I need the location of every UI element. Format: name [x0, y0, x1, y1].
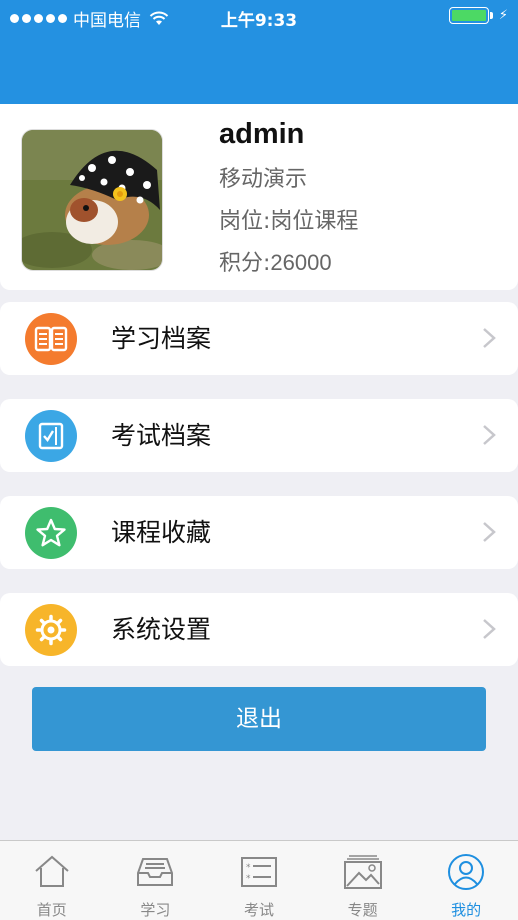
- menu-item-learning-record[interactable]: 学习档案: [0, 302, 518, 375]
- menu-item-label: 课程收藏: [111, 518, 212, 547]
- profile-card: admin 移动演示 岗位:岗位课程 积分:26000: [0, 104, 518, 290]
- menu-item-label: 系统设置: [111, 615, 212, 644]
- avatar[interactable]: [21, 129, 163, 271]
- book-icon: [25, 313, 77, 365]
- tab-exam[interactable]: * * 考试: [207, 841, 311, 920]
- tab-label: 学习: [140, 901, 171, 919]
- gear-icon: [25, 604, 77, 656]
- tab-label: 我的: [451, 901, 482, 919]
- logout-button[interactable]: 退出: [32, 687, 486, 751]
- charging-bolt-icon: ⚡: [498, 8, 508, 23]
- inbox-tray-icon: [137, 858, 174, 886]
- user-subtitle: 移动演示: [219, 167, 308, 192]
- points-value: 26000: [270, 250, 332, 275]
- status-time: 上午9:33: [220, 11, 298, 31]
- tab-label: 考试: [243, 901, 274, 919]
- picture-icon: [343, 855, 382, 889]
- svg-text:*: *: [246, 863, 251, 873]
- menu-item-label: 学习档案: [111, 324, 212, 353]
- exam-list-icon: * *: [240, 857, 277, 887]
- tab-label: 首页: [36, 901, 67, 919]
- chevron-right-icon: [483, 425, 496, 445]
- menu-item-exam-record[interactable]: 考试档案: [0, 399, 518, 472]
- position-value: 岗位课程: [270, 209, 359, 234]
- menu-item-label: 考试档案: [111, 421, 212, 450]
- status-bar: 中国电信 上午9:33 ⚡: [0, 0, 518, 34]
- tab-study[interactable]: 学习: [104, 841, 208, 920]
- battery-icon: [448, 7, 489, 24]
- user-points: 积分:26000: [219, 245, 358, 277]
- chevron-right-icon: [483, 328, 496, 348]
- app-header: 中国电信 上午9:33 ⚡: [0, 0, 518, 104]
- tab-mine[interactable]: 我的: [414, 841, 518, 920]
- chevron-right-icon: [483, 619, 496, 639]
- chevron-right-icon: [483, 522, 496, 542]
- tab-home[interactable]: 首页: [0, 841, 104, 920]
- menu-item-system-settings[interactable]: 系统设置: [0, 593, 518, 666]
- tab-topics[interactable]: 专题: [311, 841, 415, 920]
- position-label: 岗位:: [219, 209, 271, 234]
- star-icon: [25, 507, 77, 559]
- tab-bar: 首页 学习 * * 考试 专题 我的: [0, 840, 518, 920]
- home-icon: [35, 855, 69, 887]
- tab-label: 专题: [347, 901, 378, 919]
- svg-text:*: *: [246, 874, 251, 884]
- username: admin: [219, 118, 305, 150]
- user-position: 岗位:岗位课程: [219, 203, 358, 235]
- points-label: 积分:: [219, 251, 271, 276]
- menu-item-course-favorites[interactable]: 课程收藏: [0, 496, 518, 569]
- user-icon: [448, 854, 485, 890]
- exam-checklist-icon: [25, 410, 77, 462]
